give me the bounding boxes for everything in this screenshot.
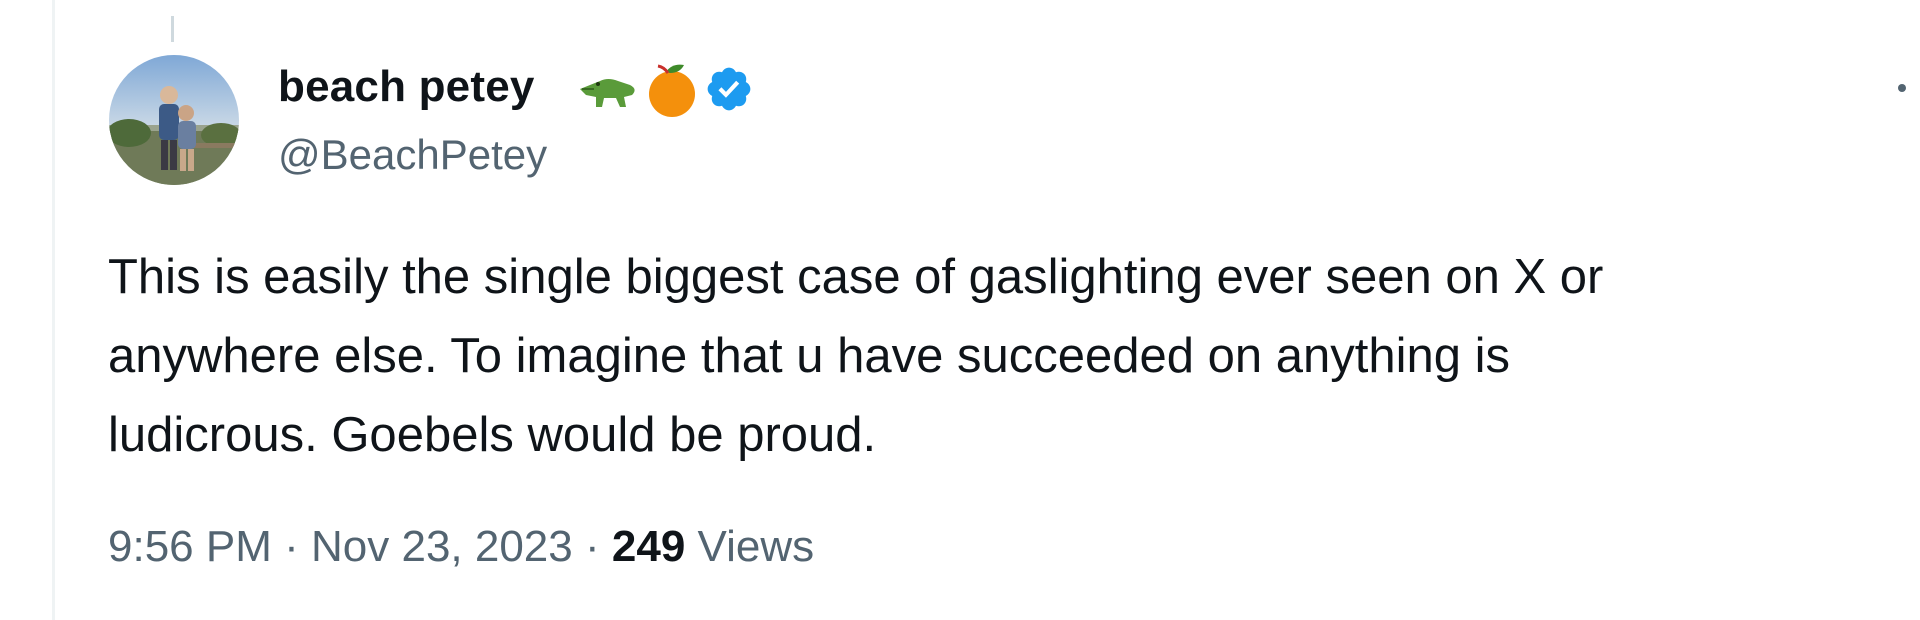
tweet-text: This is easily the single biggest case o…: [108, 238, 1868, 475]
meta-separator: ·: [284, 522, 299, 571]
author-handle[interactable]: @BeachPetey: [278, 131, 547, 179]
tweet-date[interactable]: Nov 23, 2023: [311, 522, 573, 571]
crocodile-icon: [580, 79, 635, 107]
verified-badge-icon[interactable]: [704, 64, 754, 114]
tweet-text-line: This is easily the single biggest case o…: [108, 250, 1604, 304]
views-count: 249: [611, 522, 686, 571]
more-options-icon[interactable]: [1898, 84, 1906, 92]
author-badges: [578, 56, 758, 122]
tweet-time[interactable]: 9:56 PM: [108, 522, 272, 571]
tweet-metadata: 9:56 PM · Nov 23, 2023 · 249 Views: [108, 522, 814, 572]
peach-icon: [649, 64, 695, 117]
tweet-detail: beach petey @BeachPetey This is easily t…: [0, 0, 1920, 620]
tweet-text-line: anywhere else. To imagine that u have su…: [108, 329, 1510, 383]
views-label: Views: [697, 522, 815, 571]
tweet-text-line: ludicrous. Goebels would be proud.: [108, 408, 877, 462]
thread-connector-line: [171, 16, 174, 42]
avatar[interactable]: [109, 55, 239, 185]
meta-separator: ·: [584, 522, 600, 571]
author-display-name[interactable]: beach petey: [278, 62, 535, 112]
column-border: [52, 0, 55, 620]
